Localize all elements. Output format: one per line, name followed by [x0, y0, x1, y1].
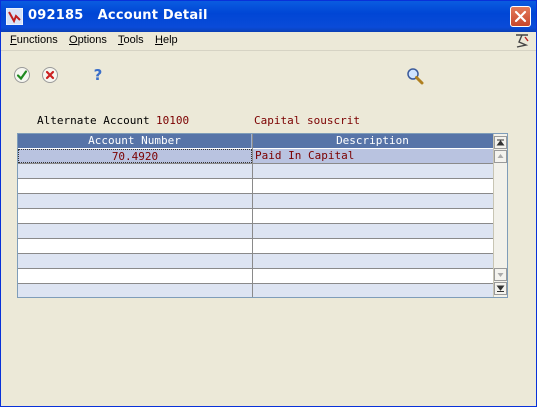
alternate-account-label: Alternate Account	[37, 114, 150, 127]
menu-functions-label: unctions	[16, 34, 58, 46]
close-icon	[514, 10, 527, 23]
menu-help-label: elp	[162, 34, 178, 46]
column-divider	[252, 134, 253, 297]
scroll-up-icon	[497, 154, 504, 158]
menu-bar: Functions Options Tools Help	[1, 32, 536, 51]
toolbar: ?	[1, 51, 536, 93]
account-number-cell[interactable]: 70.4920	[18, 149, 252, 163]
column-header-description[interactable]: Description	[252, 134, 494, 148]
alternate-account-value: 10100	[156, 114, 190, 127]
scroll-down-button[interactable]	[494, 268, 507, 281]
table-row[interactable]	[18, 269, 494, 284]
scroll-bottom-button[interactable]	[494, 282, 507, 295]
table-row[interactable]	[18, 164, 494, 179]
menu-help-mnemonic: H	[155, 34, 163, 46]
menu-options-mnemonic: O	[69, 34, 78, 46]
grid-vertical-scrollbar[interactable]	[493, 134, 507, 297]
scroll-up-button[interactable]	[494, 150, 507, 163]
table-row[interactable]: 70.4920 Paid In Capital	[18, 149, 494, 164]
svg-text:?: ?	[94, 66, 103, 83]
question-icon[interactable]: ?	[89, 65, 107, 83]
menu-options[interactable]: Options	[69, 34, 107, 46]
alternate-account-description: Capital souscrit	[254, 114, 360, 127]
scroll-bottom-icon	[496, 285, 505, 292]
menu-functions[interactable]: Functions	[10, 34, 58, 46]
app-icon	[6, 8, 23, 25]
description-cell[interactable]: Paid In Capital	[255, 149, 493, 163]
menu-tools-label: ools	[123, 34, 144, 46]
table-row[interactable]	[18, 239, 494, 254]
window-title: 092185 Account Detail	[28, 8, 208, 23]
table-row[interactable]	[18, 194, 494, 209]
scroll-top-button[interactable]	[494, 136, 507, 149]
table-row[interactable]	[18, 254, 494, 269]
account-detail-grid: Account Number Description 70.4920 Paid …	[17, 133, 508, 298]
scroll-top-icon	[496, 139, 505, 146]
application-window: 092185 Account Detail Functions Options …	[0, 0, 537, 407]
menu-options-label: ptions	[77, 34, 107, 46]
checkmark-icon[interactable]	[13, 66, 31, 84]
table-row[interactable]	[18, 224, 494, 239]
menu-help[interactable]: Help	[155, 34, 178, 46]
magnifier-icon[interactable]	[406, 67, 424, 85]
cancel-x-icon[interactable]	[41, 66, 59, 84]
close-button[interactable]	[510, 6, 531, 27]
title-bar[interactable]: 092185 Account Detail	[1, 1, 536, 32]
scroll-down-icon	[497, 273, 504, 277]
column-header-account-number[interactable]: Account Number	[18, 134, 252, 148]
menu-tools[interactable]: Tools	[118, 34, 144, 46]
table-row[interactable]	[18, 179, 494, 194]
menu-functions-mnemonic: F	[10, 34, 17, 46]
table-row[interactable]	[18, 284, 494, 297]
table-row[interactable]	[18, 209, 494, 224]
jde-logo-icon	[516, 34, 529, 48]
